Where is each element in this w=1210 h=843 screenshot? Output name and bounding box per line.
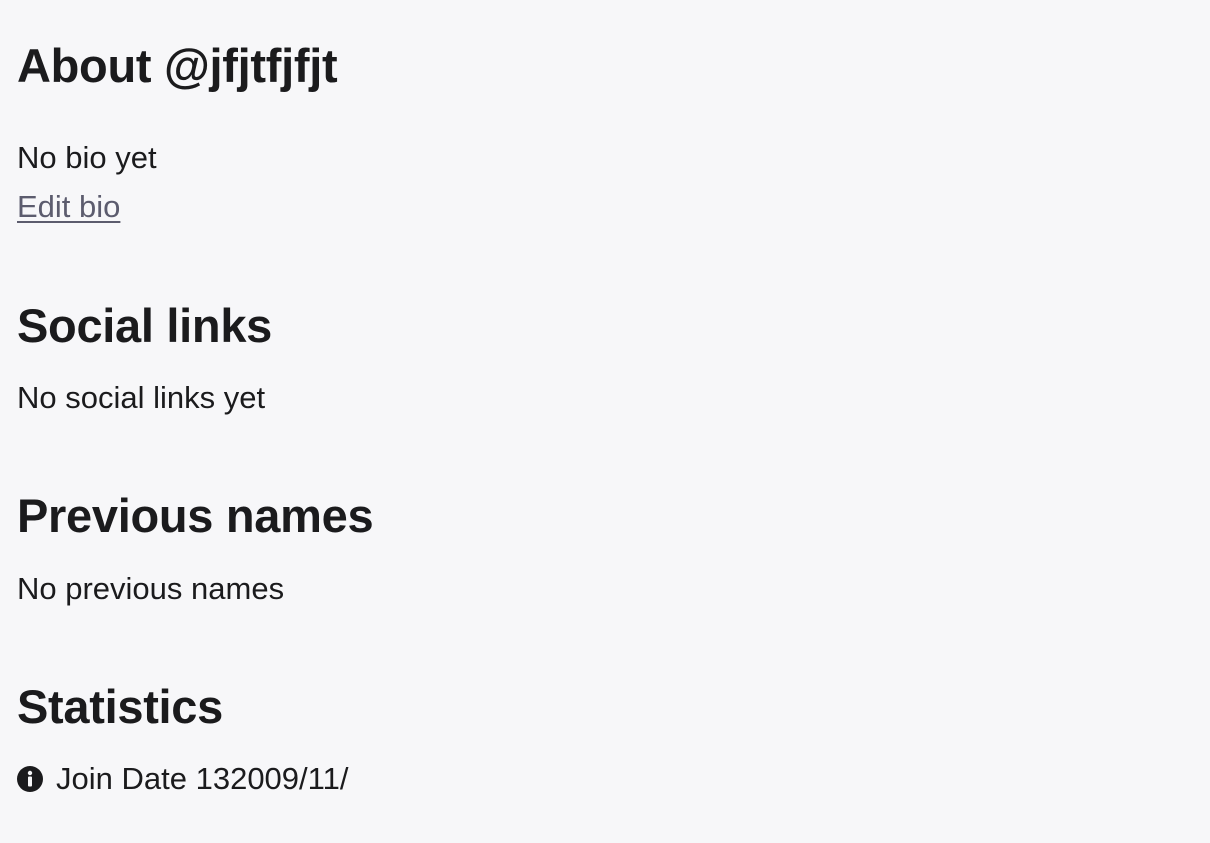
about-heading: About @jfjtfjfjt xyxy=(17,39,338,92)
join-date-label: Join Date xyxy=(56,761,187,796)
join-date-row: Join Date 132009/11/ xyxy=(17,763,348,794)
edit-bio-link[interactable]: Edit bio xyxy=(17,191,120,222)
join-date-value: 132009/11/ xyxy=(195,761,349,796)
info-icon xyxy=(17,765,43,792)
profile-about-page: About @jfjtfjfjt No bio yet Edit bio Soc… xyxy=(17,0,1210,843)
previous-names-heading: Previous names xyxy=(17,489,374,542)
social-links-empty-text: No social links yet xyxy=(17,380,266,415)
statistics-heading: Statistics xyxy=(17,680,223,733)
bio-text: No bio yet xyxy=(17,140,157,175)
previous-names-empty-text: No previous names xyxy=(17,571,285,606)
social-links-heading: Social links xyxy=(17,299,273,352)
